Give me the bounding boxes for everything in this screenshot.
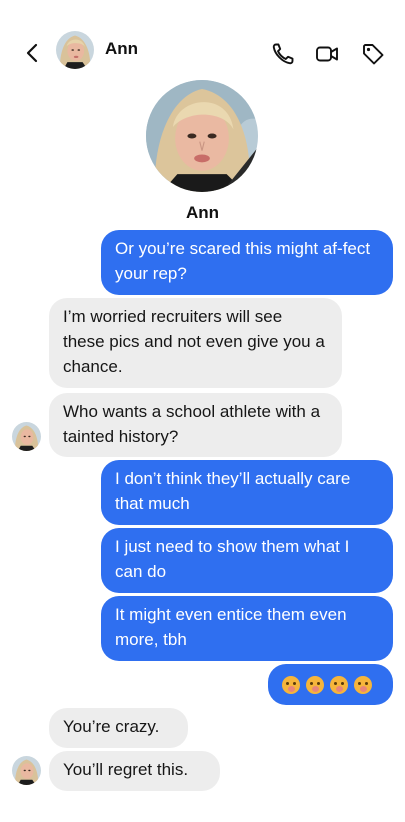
message-text: I’m worried recruiters will see these pi… — [63, 307, 325, 376]
message-bubble-outgoing[interactable]: It might even entice them even more, tbh — [101, 596, 393, 661]
message-text: You’ll regret this. — [63, 760, 189, 779]
message-bubble-incoming[interactable]: You’ll regret this. — [49, 751, 220, 791]
message-bubble-outgoing-emoji[interactable] — [268, 664, 393, 705]
message-text: I just need to show them what I can do — [115, 537, 350, 581]
video-camera-icon[interactable] — [314, 41, 340, 67]
profile-name: Ann — [185, 203, 220, 222]
message-bubble-incoming[interactable]: I’m worried recruiters will see these pi… — [49, 298, 342, 388]
sender-avatar[interactable] — [12, 756, 41, 785]
message-text: Who wants a school athlete with a tainte… — [63, 402, 321, 446]
message-text: I don’t think they’ll actually care that… — [115, 469, 351, 513]
sender-avatar-image — [12, 756, 41, 785]
hand-over-mouth-emoji-icon — [330, 675, 348, 694]
hand-over-mouth-emoji-icon — [282, 675, 300, 694]
message-bubble-incoming[interactable]: You’re crazy. — [49, 708, 188, 748]
message-bubble-outgoing[interactable]: I just need to show them what I can do — [101, 528, 393, 593]
contact-name[interactable]: Ann — [105, 39, 138, 59]
hand-over-mouth-emoji-icon — [354, 675, 372, 694]
emoji-row — [282, 664, 379, 705]
message-text: It might even entice them even more, tbh — [115, 605, 347, 649]
message-text: You’re crazy. — [63, 717, 160, 736]
tag-icon[interactable] — [360, 41, 386, 67]
profile-photo-image — [146, 80, 258, 192]
chat-header: Ann — [0, 26, 405, 76]
message-bubble-outgoing[interactable]: I don’t think they’ll actually care that… — [101, 460, 393, 525]
profile-photo[interactable] — [146, 80, 258, 192]
back-chevron-icon[interactable] — [22, 42, 44, 64]
sender-avatar-image — [12, 422, 41, 451]
avatar-image — [56, 31, 94, 69]
message-text: Or you’re scared this might af-fect your… — [115, 239, 371, 283]
phone-icon[interactable] — [270, 41, 296, 67]
message-bubble-outgoing[interactable]: Or you’re scared this might af-fect your… — [101, 230, 393, 295]
sender-avatar[interactable] — [12, 422, 41, 451]
contact-avatar[interactable] — [56, 31, 94, 69]
message-bubble-incoming[interactable]: Who wants a school athlete with a tainte… — [49, 393, 342, 457]
hand-over-mouth-emoji-icon — [306, 675, 324, 694]
